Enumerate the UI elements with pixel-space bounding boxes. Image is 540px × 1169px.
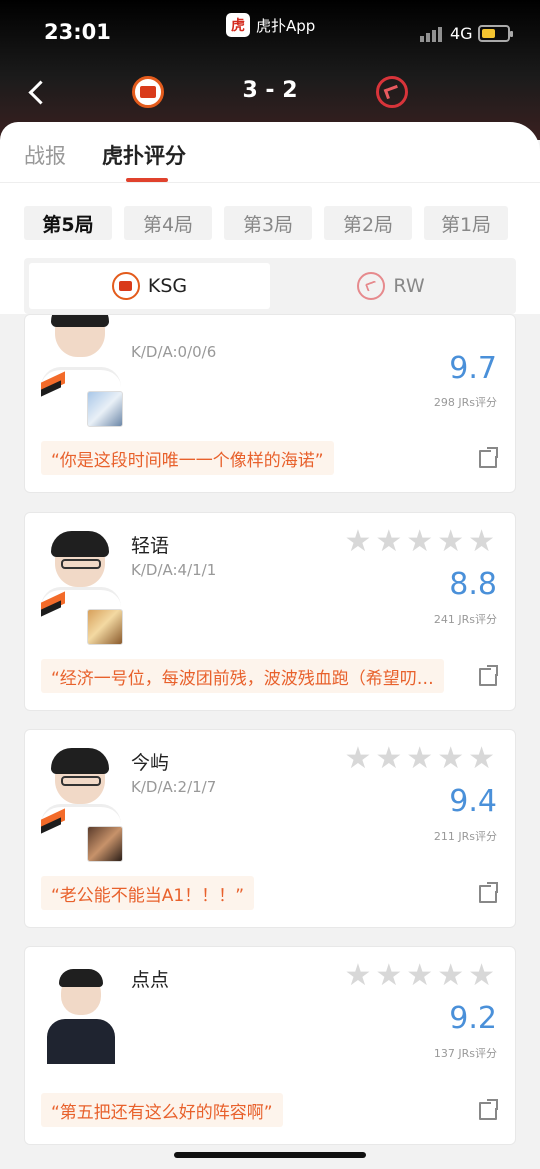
app-badge[interactable]: 虎 虎扑App xyxy=(226,13,315,37)
star-icon[interactable]: ★ xyxy=(375,527,402,557)
star-icon[interactable]: ★ xyxy=(437,527,464,557)
share-icon[interactable] xyxy=(479,1099,499,1120)
player-name: 轻语 xyxy=(131,535,170,557)
player-photo xyxy=(41,531,121,617)
hot-comment[interactable]: “你是这段时间唯一一个像样的海诺” xyxy=(41,441,334,475)
team-tab-ksg[interactable]: KSG xyxy=(29,263,270,309)
star-rating[interactable]: ★ ★ ★ ★ ★ xyxy=(344,744,495,774)
player-score: 9.2 xyxy=(449,1001,497,1036)
star-icon[interactable]: ★ xyxy=(344,527,371,557)
vote-count: 137 JRs评分 xyxy=(433,1047,497,1060)
player-photo xyxy=(41,748,121,834)
star-icon[interactable]: ★ xyxy=(468,744,495,774)
star-icon[interactable]: ★ xyxy=(375,961,402,991)
player-card[interactable]: 轻语 K/D/A:4/1/1 ★ ★ ★ ★ ★ 8.8 241 JRs评分 “经济一号… xyxy=(24,512,516,711)
team-switch: KSG RW xyxy=(24,258,516,314)
vote-count: 241 JRs评分 xyxy=(433,613,497,626)
hupu-logo-icon: 虎 xyxy=(226,13,250,37)
divider xyxy=(0,182,540,183)
vote-count: 298 JRs评分 xyxy=(433,396,497,409)
home-indicator[interactable] xyxy=(174,1152,366,1158)
star-icon[interactable]: ★ xyxy=(344,744,371,774)
star-icon[interactable]: ★ xyxy=(468,961,495,991)
header: 23:01 虎 虎扑App 4G 3 - 2 xyxy=(0,0,540,140)
game-tab-2[interactable]: 第2局 xyxy=(324,206,412,240)
share-icon[interactable] xyxy=(479,447,499,468)
ksg-logo-icon xyxy=(111,272,140,300)
hero-avatar xyxy=(87,609,123,645)
player-score: 9.7 xyxy=(449,351,497,386)
player-card[interactable]: 点点 ★ ★ ★ ★ ★ 9.2 137 JRs评分 “第五把还有这么好的阵容啊” xyxy=(24,946,516,1145)
player-score: 9.4 xyxy=(449,784,497,819)
game-tab-4[interactable]: 第4局 xyxy=(124,206,212,240)
rw-logo-icon xyxy=(376,76,408,108)
game-selector: 第5局 第4局 第3局 第2局 第1局 xyxy=(24,206,508,240)
player-photo xyxy=(41,315,121,400)
network-type: 4G xyxy=(450,24,473,43)
star-icon[interactable]: ★ xyxy=(468,527,495,557)
battery-icon xyxy=(478,25,513,42)
player-score: 8.8 xyxy=(449,567,497,602)
rw-logo-icon xyxy=(357,272,386,300)
rating-panel: 战报 虎扑评分 第5局 第4局 第3局 第2局 第1局 KSG RW xyxy=(0,122,540,314)
team-name: KSG xyxy=(147,275,188,297)
player-card[interactable]: K/D/A:0/0/6 9.7 298 JRs评分 “你是这段时间唯一一个像样的… xyxy=(24,314,516,493)
battery-level xyxy=(482,29,495,38)
player-name: 点点 xyxy=(131,969,170,991)
hot-comment[interactable]: “第五把还有这么好的阵容啊” xyxy=(41,1093,283,1127)
star-icon[interactable]: ★ xyxy=(406,744,433,774)
game-tab-5[interactable]: 第5局 xyxy=(24,206,112,240)
hero-avatar xyxy=(87,826,123,862)
status-time: 23:01 xyxy=(44,20,111,44)
player-name: 今屿 xyxy=(131,752,170,774)
signal-icon xyxy=(420,27,442,42)
star-icon[interactable]: ★ xyxy=(344,961,371,991)
star-icon[interactable]: ★ xyxy=(406,527,433,557)
hot-comment[interactable]: “经济一号位，每波团前残，波波残血跑（希望叨… xyxy=(41,659,444,693)
share-icon[interactable] xyxy=(479,882,499,903)
team-tab-rw[interactable]: RW xyxy=(271,263,511,309)
player-kda: K/D/A:4/1/1 xyxy=(131,561,217,579)
star-rating[interactable]: ★ ★ ★ ★ ★ xyxy=(344,527,495,557)
player-photo xyxy=(41,969,121,1064)
player-kda: K/D/A:0/0/6 xyxy=(131,343,217,361)
game-tab-1[interactable]: 第1局 xyxy=(424,206,508,240)
player-card[interactable]: 今屿 K/D/A:2/1/7 ★ ★ ★ ★ ★ 9.4 211 JRs评分 “老公能不… xyxy=(24,729,516,928)
share-icon[interactable] xyxy=(479,665,499,686)
hero-avatar xyxy=(87,391,123,427)
game-tab-3[interactable]: 第3局 xyxy=(224,206,312,240)
star-icon[interactable]: ★ xyxy=(406,961,433,991)
star-icon[interactable]: ★ xyxy=(437,744,464,774)
team-name: RW xyxy=(393,275,425,297)
star-icon[interactable]: ★ xyxy=(375,744,402,774)
match-score: 3 - 2 xyxy=(242,78,298,103)
player-kda: K/D/A:2/1/7 xyxy=(131,778,217,796)
tab-report[interactable]: 战报 xyxy=(24,140,66,170)
vote-count: 211 JRs评分 xyxy=(433,830,497,843)
star-rating[interactable]: ★ ★ ★ ★ ★ xyxy=(344,961,495,991)
hot-comment[interactable]: “老公能不能当A1！！！” xyxy=(41,876,255,910)
app-name: 虎扑App xyxy=(256,16,316,35)
star-icon[interactable]: ★ xyxy=(437,961,464,991)
tab-rating[interactable]: 虎扑评分 xyxy=(102,140,186,170)
